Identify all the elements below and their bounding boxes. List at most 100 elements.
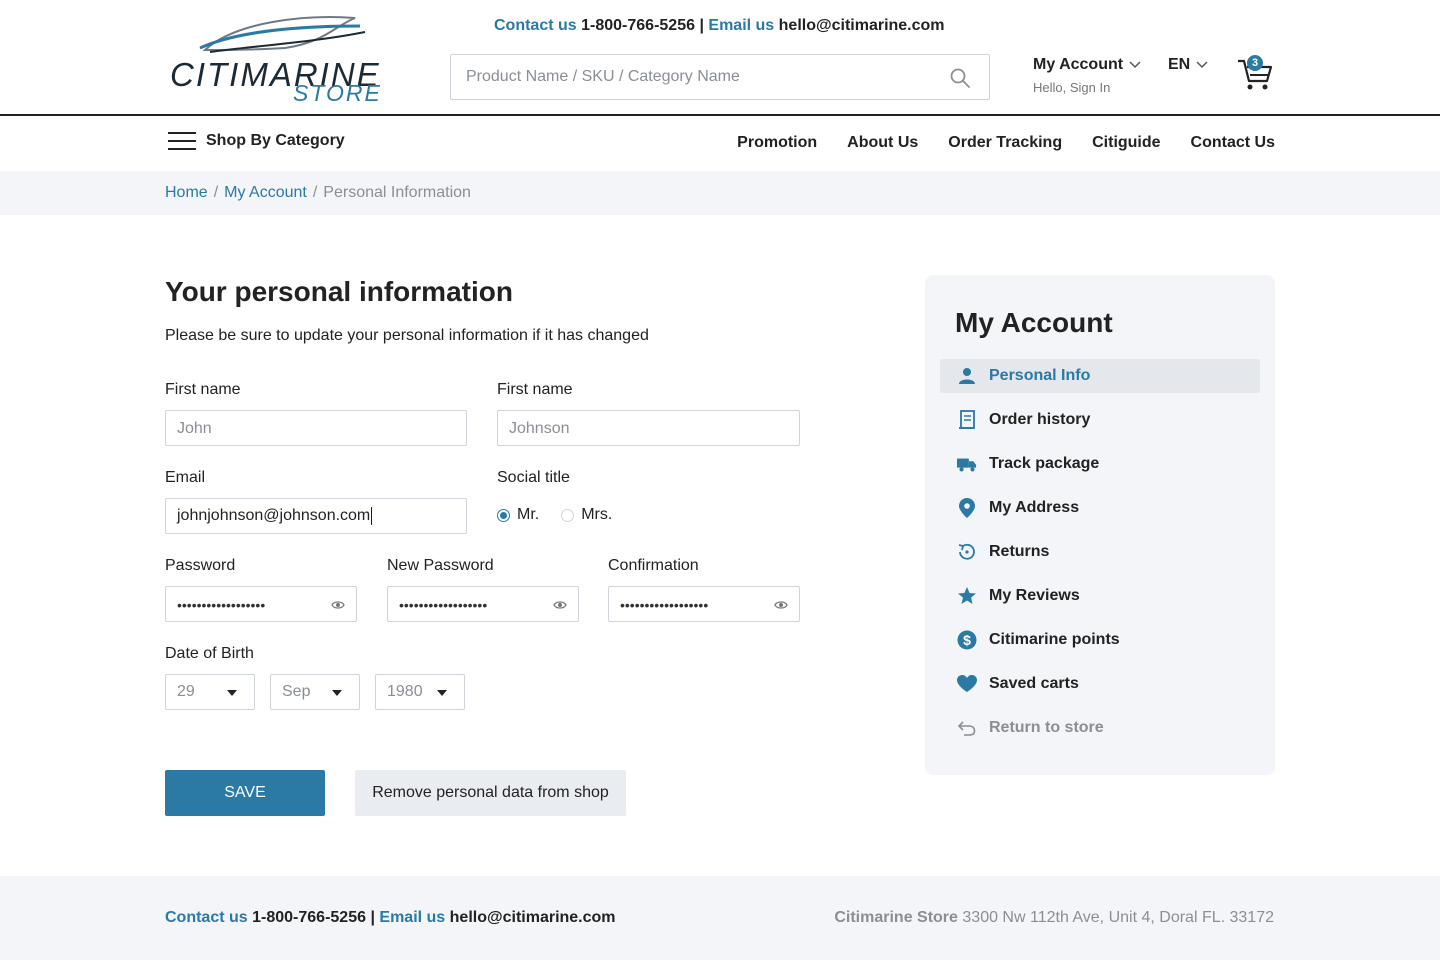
- password-label: Password: [165, 557, 236, 574]
- breadcrumb-my-account[interactable]: My Account: [224, 184, 307, 201]
- logo[interactable]: CITIMARINE STORE: [165, 12, 405, 106]
- site-header: CITIMARINE STORE Contact us 1-800-766-52…: [0, 0, 1440, 116]
- dob-year-value[interactable]: 1980: [387, 683, 423, 701]
- dob-day-value[interactable]: 29: [177, 683, 195, 701]
- sidebar-item-my-reviews[interactable]: My Reviews: [940, 579, 1260, 613]
- dob-month-select[interactable]: Sep: [270, 674, 360, 710]
- breadcrumb-separator: /: [213, 184, 219, 201]
- social-title-label: Social title: [497, 469, 570, 486]
- last-name-label: First name: [497, 381, 573, 398]
- hamburger-menu-icon: [168, 132, 196, 150]
- email-field-value[interactable]: johnjohnson@johnson.com: [177, 507, 373, 525]
- search-icon[interactable]: [949, 67, 971, 89]
- chevron-down-icon: [1196, 61, 1208, 69]
- sidebar-item-label: Citimarine points: [989, 631, 1120, 648]
- sidebar-item-label: Personal Info: [989, 367, 1091, 384]
- contact-email[interactable]: hello@citimarine.com: [779, 17, 945, 34]
- person-icon: [957, 366, 977, 386]
- dob-year-select[interactable]: 1980: [375, 674, 465, 710]
- account-menu-title[interactable]: My Account: [1033, 56, 1123, 74]
- back-arrow-icon: [957, 718, 977, 738]
- sidebar-item-my-address[interactable]: My Address: [940, 491, 1260, 525]
- location-pin-icon: [957, 498, 977, 518]
- radio-mrs[interactable]: [561, 508, 575, 522]
- return-icon: [957, 542, 977, 562]
- sign-in-link[interactable]: Hello, Sign In: [1033, 80, 1141, 95]
- nav-link-contact-us[interactable]: Contact Us: [1191, 134, 1275, 152]
- radio-mrs-label[interactable]: Mrs.: [581, 506, 612, 524]
- sidebar-item-label: Return to store: [989, 719, 1104, 736]
- first-name-label: First name: [165, 381, 241, 398]
- nav-link-order-tracking[interactable]: Order Tracking: [948, 134, 1062, 152]
- account-sidebar: My Account Personal Info Order history T…: [925, 275, 1275, 775]
- first-name-input[interactable]: [177, 419, 432, 439]
- shop-by-category-button[interactable]: Shop By Category: [168, 131, 345, 151]
- breadcrumb-current: Personal Information: [323, 184, 471, 201]
- new-password-value[interactable]: ••••••••••••••••••: [399, 597, 487, 613]
- sidebar-item-citimarine-points[interactable]: $ Citimarine points: [940, 623, 1260, 657]
- sidebar-item-returns[interactable]: Returns: [940, 535, 1260, 569]
- language-label[interactable]: EN: [1168, 56, 1190, 74]
- contact-divider: |: [699, 17, 704, 34]
- remove-personal-data-button[interactable]: Remove personal data from shop: [355, 770, 626, 816]
- sidebar-item-track-package[interactable]: Track package: [940, 447, 1260, 481]
- footer-phone[interactable]: 1-800-766-5256: [252, 909, 366, 926]
- page-description: Please be sure to update your personal i…: [165, 327, 649, 344]
- new-password-field[interactable]: ••••••••••••••••••: [387, 586, 579, 622]
- email-label: Email us: [708, 17, 775, 34]
- radio-mr-label[interactable]: Mr.: [517, 506, 539, 524]
- dob-month-value[interactable]: Sep: [282, 683, 310, 701]
- account-menu[interactable]: My Account Hello, Sign In: [1033, 56, 1141, 95]
- eye-icon[interactable]: [553, 598, 567, 612]
- first-name-field[interactable]: [165, 410, 467, 446]
- sidebar-title: My Account: [955, 307, 1113, 338]
- sidebar-item-label: My Reviews: [989, 587, 1080, 604]
- radio-mr[interactable]: [497, 508, 510, 522]
- sidebar-item-personal-info[interactable]: Personal Info: [940, 359, 1260, 393]
- last-name-field[interactable]: [497, 410, 800, 446]
- nav-link-promotion[interactable]: Promotion: [737, 134, 817, 152]
- eye-icon[interactable]: [331, 598, 345, 612]
- logo-store-text: STORE: [293, 80, 382, 106]
- eye-icon[interactable]: [774, 598, 788, 612]
- cart-count-badge: 3: [1247, 55, 1263, 71]
- language-selector[interactable]: EN: [1168, 56, 1208, 74]
- footer-street-address: 3300 Nw 112th Ave, Unit 4, Doral FL. 331…: [962, 909, 1274, 926]
- nav-link-citiguide[interactable]: Citiguide: [1092, 134, 1160, 152]
- breadcrumb-home[interactable]: Home: [165, 184, 208, 201]
- footer-address: Citimarine Store 3300 Nw 112th Ave, Unit…: [834, 909, 1274, 927]
- contact-label: Contact us: [494, 17, 577, 34]
- truck-icon: [957, 454, 977, 474]
- sidebar-item-label: My Address: [989, 499, 1080, 516]
- contact-phone[interactable]: 1-800-766-5256: [581, 17, 695, 34]
- confirmation-field[interactable]: ••••••••••••••••••: [608, 586, 800, 622]
- social-title-mrs[interactable]: Mrs.: [561, 506, 612, 524]
- nav-link-about-us[interactable]: About Us: [847, 134, 918, 152]
- heart-icon: [957, 674, 977, 694]
- footer-email-label: Email us: [379, 909, 446, 926]
- dob-label: Date of Birth: [165, 645, 254, 662]
- password-field[interactable]: ••••••••••••••••••: [165, 586, 357, 622]
- sidebar-item-label: Returns: [989, 543, 1050, 560]
- main-nav: Shop By Category Promotion About Us Orde…: [0, 118, 1440, 171]
- confirmation-value[interactable]: ••••••••••••••••••: [620, 597, 708, 613]
- sidebar-item-order-history[interactable]: Order history: [940, 403, 1260, 437]
- search-input[interactable]: [466, 66, 926, 88]
- dropdown-arrow-icon: [227, 690, 237, 696]
- footer-email[interactable]: hello@citimarine.com: [450, 909, 616, 926]
- sidebar-item-saved-carts[interactable]: Saved carts: [940, 667, 1260, 701]
- social-title-mr[interactable]: Mr.: [497, 506, 539, 524]
- save-button[interactable]: SAVE: [165, 770, 325, 816]
- last-name-input[interactable]: [509, 419, 765, 439]
- sidebar-item-label: Order history: [989, 411, 1091, 428]
- password-value[interactable]: ••••••••••••••••••: [177, 597, 265, 613]
- email-field[interactable]: johnjohnson@johnson.com: [165, 498, 467, 534]
- footer-contact: Contact us 1-800-766-5256 | Email us hel…: [165, 909, 616, 927]
- sidebar-item-label: Saved carts: [989, 675, 1079, 692]
- cart-button[interactable]: 3: [1236, 55, 1274, 93]
- dob-day-select[interactable]: 29: [165, 674, 255, 710]
- receipt-icon: [957, 410, 977, 430]
- dropdown-arrow-icon: [437, 690, 447, 696]
- sidebar-item-return-to-store[interactable]: Return to store: [940, 711, 1260, 745]
- shop-by-category-label: Shop By Category: [206, 132, 345, 149]
